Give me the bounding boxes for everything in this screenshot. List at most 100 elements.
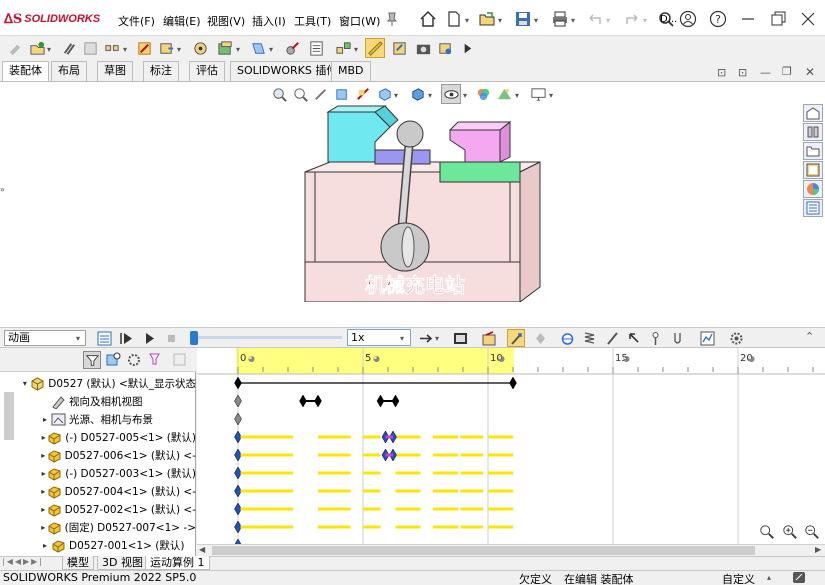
contact-icon[interactable]: [646, 329, 664, 347]
tab-model[interactable]: 模型: [62, 556, 94, 570]
pin-icon[interactable]: [382, 9, 402, 29]
undo-dropdown-arrow[interactable]: ▾: [606, 13, 610, 26]
view-orientation-icon[interactable]: [374, 84, 394, 104]
solidworks-resources-icon[interactable]: [803, 104, 823, 122]
smart-fasteners-icon[interactable]: [134, 38, 154, 58]
stop-icon[interactable]: [162, 329, 180, 347]
gravity-icon[interactable]: [668, 329, 686, 347]
search-text[interactable]: D...: [660, 14, 677, 25]
tree-item[interactable]: ▸ (-) D0527-003<1> (默认): [0, 464, 196, 482]
reference-dropdown[interactable]: ▾: [269, 42, 273, 55]
mate-icon[interactable]: [58, 38, 78, 58]
pattern-dropdown[interactable]: ▾: [123, 42, 127, 55]
timeline-zoom-out-icon[interactable]: [802, 523, 822, 541]
new-document-icon[interactable]: [444, 9, 464, 29]
tab-layout[interactable]: 布局: [51, 61, 87, 81]
menu-window[interactable]: 窗口(W): [339, 13, 380, 29]
undo-icon[interactable]: [585, 9, 605, 29]
calculate-icon[interactable]: [95, 329, 113, 347]
expand-toggle-icon[interactable]: ▸: [40, 505, 47, 514]
timeline-scrollbar-thumb[interactable]: [212, 546, 755, 555]
tab-markup[interactable]: 标注: [143, 61, 179, 81]
view-settings-dropdown[interactable]: ▾: [549, 88, 553, 101]
menu-tools[interactable]: 工具(T): [294, 13, 331, 29]
edit-component-icon[interactable]: [5, 38, 25, 58]
section-view-icon[interactable]: [332, 84, 352, 104]
play-icon[interactable]: [140, 329, 158, 347]
appearances-scenes-icon[interactable]: [803, 180, 823, 198]
filter-selected-icon[interactable]: [127, 352, 143, 368]
hide-show-items-icon[interactable]: [441, 84, 461, 104]
design-library-icon[interactable]: [803, 123, 823, 141]
autokey-icon[interactable]: [507, 329, 525, 347]
view-settings-icon[interactable]: [528, 84, 548, 104]
redo-icon[interactable]: [622, 9, 642, 29]
move-component-icon[interactable]: [156, 38, 176, 58]
tree-item[interactable]: ▸ D0527-002<1> (默认) <-: [0, 500, 196, 518]
view-orientation-dropdown[interactable]: ▾: [394, 88, 398, 101]
close-window-icon[interactable]: [798, 9, 818, 29]
study-type-dropdown-arrow[interactable]: ▾: [76, 331, 80, 344]
playback-slider-track[interactable]: [192, 336, 342, 339]
display-style-dropdown[interactable]: ▾: [428, 88, 432, 101]
account-icon[interactable]: [678, 9, 698, 29]
show-hidden-icon[interactable]: [190, 38, 210, 58]
expand-toggle-icon[interactable]: ▸: [40, 415, 50, 424]
tile-window-icon[interactable]: ⊡: [738, 66, 747, 79]
tab-3d-view[interactable]: 3D 视图: [97, 556, 148, 570]
force-icon[interactable]: [625, 329, 643, 347]
save-icon[interactable]: [513, 9, 533, 29]
move-dropdown[interactable]: ▾: [177, 42, 181, 55]
open-dropdown-arrow[interactable]: ▾: [498, 13, 502, 26]
tab-assembly[interactable]: 装配体: [2, 61, 49, 81]
filter-collapse-icon[interactable]: [172, 352, 188, 368]
hide-show-dropdown[interactable]: ▾: [463, 88, 467, 101]
expand-toggle-icon[interactable]: ▸: [40, 523, 47, 532]
filter-results-icon[interactable]: [149, 352, 165, 368]
animation-wizard-icon[interactable]: [480, 329, 498, 347]
tab-sketch[interactable]: 草图: [97, 61, 133, 81]
solidworks-logo[interactable]: ᐃS SOLIDWORKS: [4, 11, 100, 27]
scroll-right-arrow[interactable]: ▶: [815, 545, 821, 554]
previous-view-icon[interactable]: [311, 84, 331, 104]
insert-component-dropdown[interactable]: ▾: [47, 42, 51, 55]
dynamic-annotation-icon[interactable]: [353, 84, 373, 104]
menu-edit[interactable]: 编辑(E): [163, 13, 201, 29]
panel-collapse-handle[interactable]: »: [0, 185, 5, 194]
tree-item[interactable]: ▸ (固定) D0527-007<1> ->: [0, 518, 196, 536]
reference-geometry-icon[interactable]: [248, 38, 268, 58]
doc-restore-icon[interactable]: ❐: [782, 65, 792, 78]
display-style-icon[interactable]: [407, 84, 427, 104]
timeline-grid[interactable]: 0 ◕ 5 ◕ 10◕ 15◕ 20◕: [197, 348, 825, 544]
quick-tips-icon[interactable]: [792, 571, 806, 584]
view-palette-icon[interactable]: [803, 161, 823, 179]
home-icon[interactable]: [418, 9, 438, 29]
tree-item[interactable]: 视向及相机视图: [0, 392, 196, 410]
tree-item[interactable]: ▸ D0527-004<1> (默认) <-: [0, 482, 196, 500]
tree-item[interactable]: ▸ D0527-006<1> (默认) <-: [0, 446, 196, 464]
bill-of-materials-icon[interactable]: [306, 38, 326, 58]
help-icon[interactable]: ?: [708, 9, 728, 29]
instant3d-icon[interactable]: [365, 38, 385, 58]
redo-dropdown-arrow[interactable]: ▾: [643, 13, 647, 26]
apply-scene-dropdown[interactable]: ▾: [515, 88, 519, 101]
exploded-view-icon[interactable]: [333, 38, 353, 58]
expand-toggle-icon[interactable]: ▸: [40, 541, 50, 550]
tab-scroll-arrows[interactable]: |◀◀▶▶|: [2, 557, 44, 566]
doc-close-icon[interactable]: ✕: [805, 65, 815, 79]
filter-animated-icon[interactable]: [83, 351, 101, 369]
spring-icon[interactable]: [580, 329, 598, 347]
doc-minimize-icon[interactable]: —: [760, 66, 771, 79]
tab-evaluate[interactable]: 评估: [189, 61, 225, 81]
menu-insert[interactable]: 插入(I): [252, 13, 286, 29]
tree-item[interactable]: ▸ D0527-001<1> (默认): [0, 536, 196, 554]
linear-pattern-icon[interactable]: [102, 38, 122, 58]
assembly-features-dropdown[interactable]: ▾: [236, 42, 240, 55]
update-speedpak-icon[interactable]: [389, 38, 409, 58]
add-update-key-icon[interactable]: [531, 329, 549, 347]
custom-properties-icon[interactable]: [803, 199, 823, 217]
study-type-select[interactable]: 动画: [4, 330, 86, 346]
assembly-features-icon[interactable]: [215, 38, 235, 58]
play-from-start-icon[interactable]: [117, 329, 135, 347]
save-animation-icon[interactable]: [451, 329, 469, 347]
